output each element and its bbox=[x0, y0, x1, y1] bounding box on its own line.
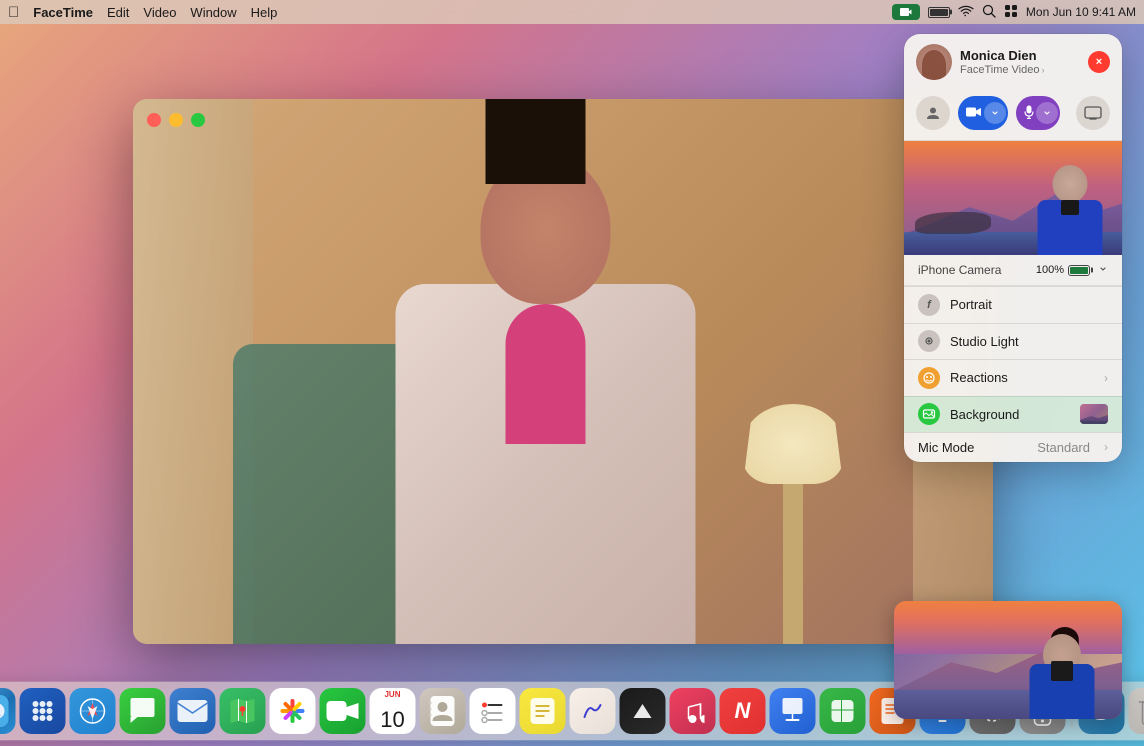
dock-icon-photos[interactable] bbox=[270, 688, 316, 734]
person-button[interactable] bbox=[916, 96, 950, 130]
mic-mode-menu-item[interactable]: Mic Mode Standard › bbox=[904, 433, 1122, 462]
app-name[interactable]: FaceTime bbox=[33, 5, 93, 20]
studio-light-menu-item[interactable]: Studio Light bbox=[904, 323, 1122, 359]
dock-icon-keynote[interactable] bbox=[770, 688, 816, 734]
portrait-icon: f bbox=[918, 294, 940, 316]
dock-icon-reminders[interactable] bbox=[470, 688, 516, 734]
menu-window[interactable]: Window bbox=[190, 5, 236, 20]
mic-toggle-button[interactable] bbox=[1016, 96, 1060, 130]
wifi-icon bbox=[958, 5, 974, 20]
studio-light-icon bbox=[918, 330, 940, 352]
dock-icon-calendar[interactable]: JUN 10 bbox=[370, 688, 416, 734]
menubar-right: Mon Jun 10 9:41 AM bbox=[892, 4, 1136, 21]
video-background bbox=[133, 99, 993, 644]
dock-icon-numbers[interactable] bbox=[820, 688, 866, 734]
reactions-label: Reactions bbox=[950, 370, 1094, 385]
dock-icon-launchpad[interactable] bbox=[20, 688, 66, 734]
mic-mode-label: Mic Mode bbox=[918, 440, 1027, 455]
battery-status bbox=[928, 7, 950, 18]
background-thumbnail bbox=[1080, 404, 1108, 424]
lamp-decoration bbox=[733, 404, 853, 644]
portrait-menu-item[interactable]: f Portrait bbox=[904, 287, 1122, 323]
menu-edit[interactable]: Edit bbox=[107, 5, 129, 20]
call-type[interactable]: FaceTime Video › bbox=[960, 64, 1080, 76]
reactions-chevron: › bbox=[1104, 371, 1108, 385]
dock-icon-appletv[interactable] bbox=[620, 688, 666, 734]
contact-info: Monica Dien FaceTime Video › bbox=[960, 48, 1080, 76]
contact-avatar bbox=[916, 44, 952, 80]
camera-label: iPhone Camera bbox=[918, 263, 1036, 277]
background-label: Background bbox=[950, 407, 1070, 422]
preview-person bbox=[1032, 160, 1107, 255]
dock-icon-mail[interactable] bbox=[170, 688, 216, 734]
menu-help[interactable]: Help bbox=[251, 5, 278, 20]
dock-icon-maps[interactable] bbox=[220, 688, 266, 734]
close-window-button[interactable] bbox=[147, 113, 161, 127]
dock-icon-facetime[interactable] bbox=[320, 688, 366, 734]
dock-icon-freeform[interactable] bbox=[570, 688, 616, 734]
control-center-icon[interactable] bbox=[1004, 4, 1018, 21]
calendar-date-label: 10 bbox=[380, 709, 404, 731]
mic-menu-chevron[interactable] bbox=[1036, 102, 1058, 124]
self-view-background bbox=[894, 601, 1122, 719]
self-view-thumbnail bbox=[894, 601, 1122, 719]
fullscreen-window-button[interactable] bbox=[191, 113, 205, 127]
menubar:  FaceTime Edit Video Window Help bbox=[0, 0, 1144, 24]
dock-icon-messages[interactable] bbox=[120, 688, 166, 734]
close-call-button[interactable]: × bbox=[1088, 51, 1110, 73]
call-controls bbox=[904, 90, 1122, 141]
calendar-month-label: JUN bbox=[384, 691, 400, 699]
apple-menu[interactable]:  bbox=[8, 4, 19, 21]
dock-icon-contacts[interactable] bbox=[420, 688, 466, 734]
video-preview bbox=[904, 141, 1122, 255]
expand-camera-button[interactable] bbox=[1098, 264, 1108, 277]
window-controls bbox=[147, 113, 205, 127]
menubar-left:  FaceTime Edit Video Window Help bbox=[8, 4, 277, 21]
self-view-person bbox=[1022, 619, 1102, 719]
background-icon bbox=[918, 403, 940, 425]
call-control-panel: Monica Dien FaceTime Video › × bbox=[904, 34, 1122, 462]
dock-icon-safari[interactable] bbox=[70, 688, 116, 734]
dock-icon-music[interactable] bbox=[670, 688, 716, 734]
menu-video[interactable]: Video bbox=[143, 5, 176, 20]
background-menu-item[interactable]: Background bbox=[904, 396, 1122, 432]
mic-mode-value: Standard bbox=[1037, 440, 1090, 455]
clock: Mon Jun 10 9:41 AM bbox=[1026, 5, 1136, 19]
dock-icon-trash[interactable] bbox=[1129, 688, 1144, 734]
camera-source-row: iPhone Camera 100% bbox=[904, 255, 1122, 286]
panel-header: Monica Dien FaceTime Video › × bbox=[904, 34, 1122, 90]
video-toggle-button[interactable] bbox=[958, 96, 1008, 130]
dock-icon-finder[interactable] bbox=[0, 688, 16, 734]
studio-light-label: Studio Light bbox=[950, 334, 1108, 349]
dock-icon-notes[interactable] bbox=[520, 688, 566, 734]
screen-share-button[interactable] bbox=[1076, 96, 1110, 130]
minimize-window-button[interactable] bbox=[169, 113, 183, 127]
dock-icon-news[interactable]: N bbox=[720, 688, 766, 734]
search-icon[interactable] bbox=[982, 4, 996, 21]
contact-name: Monica Dien bbox=[960, 48, 1080, 64]
main-video-window bbox=[133, 99, 993, 644]
video-menu-chevron[interactable] bbox=[984, 102, 1006, 124]
facetime-active-indicator bbox=[892, 4, 920, 20]
reactions-menu-item[interactable]: Reactions › bbox=[904, 360, 1122, 396]
video-person bbox=[371, 164, 721, 644]
portrait-label: Portrait bbox=[950, 297, 1108, 312]
mic-mode-chevron: › bbox=[1104, 440, 1108, 454]
iphone-battery: 100% bbox=[1036, 264, 1108, 277]
reactions-icon bbox=[918, 367, 940, 389]
